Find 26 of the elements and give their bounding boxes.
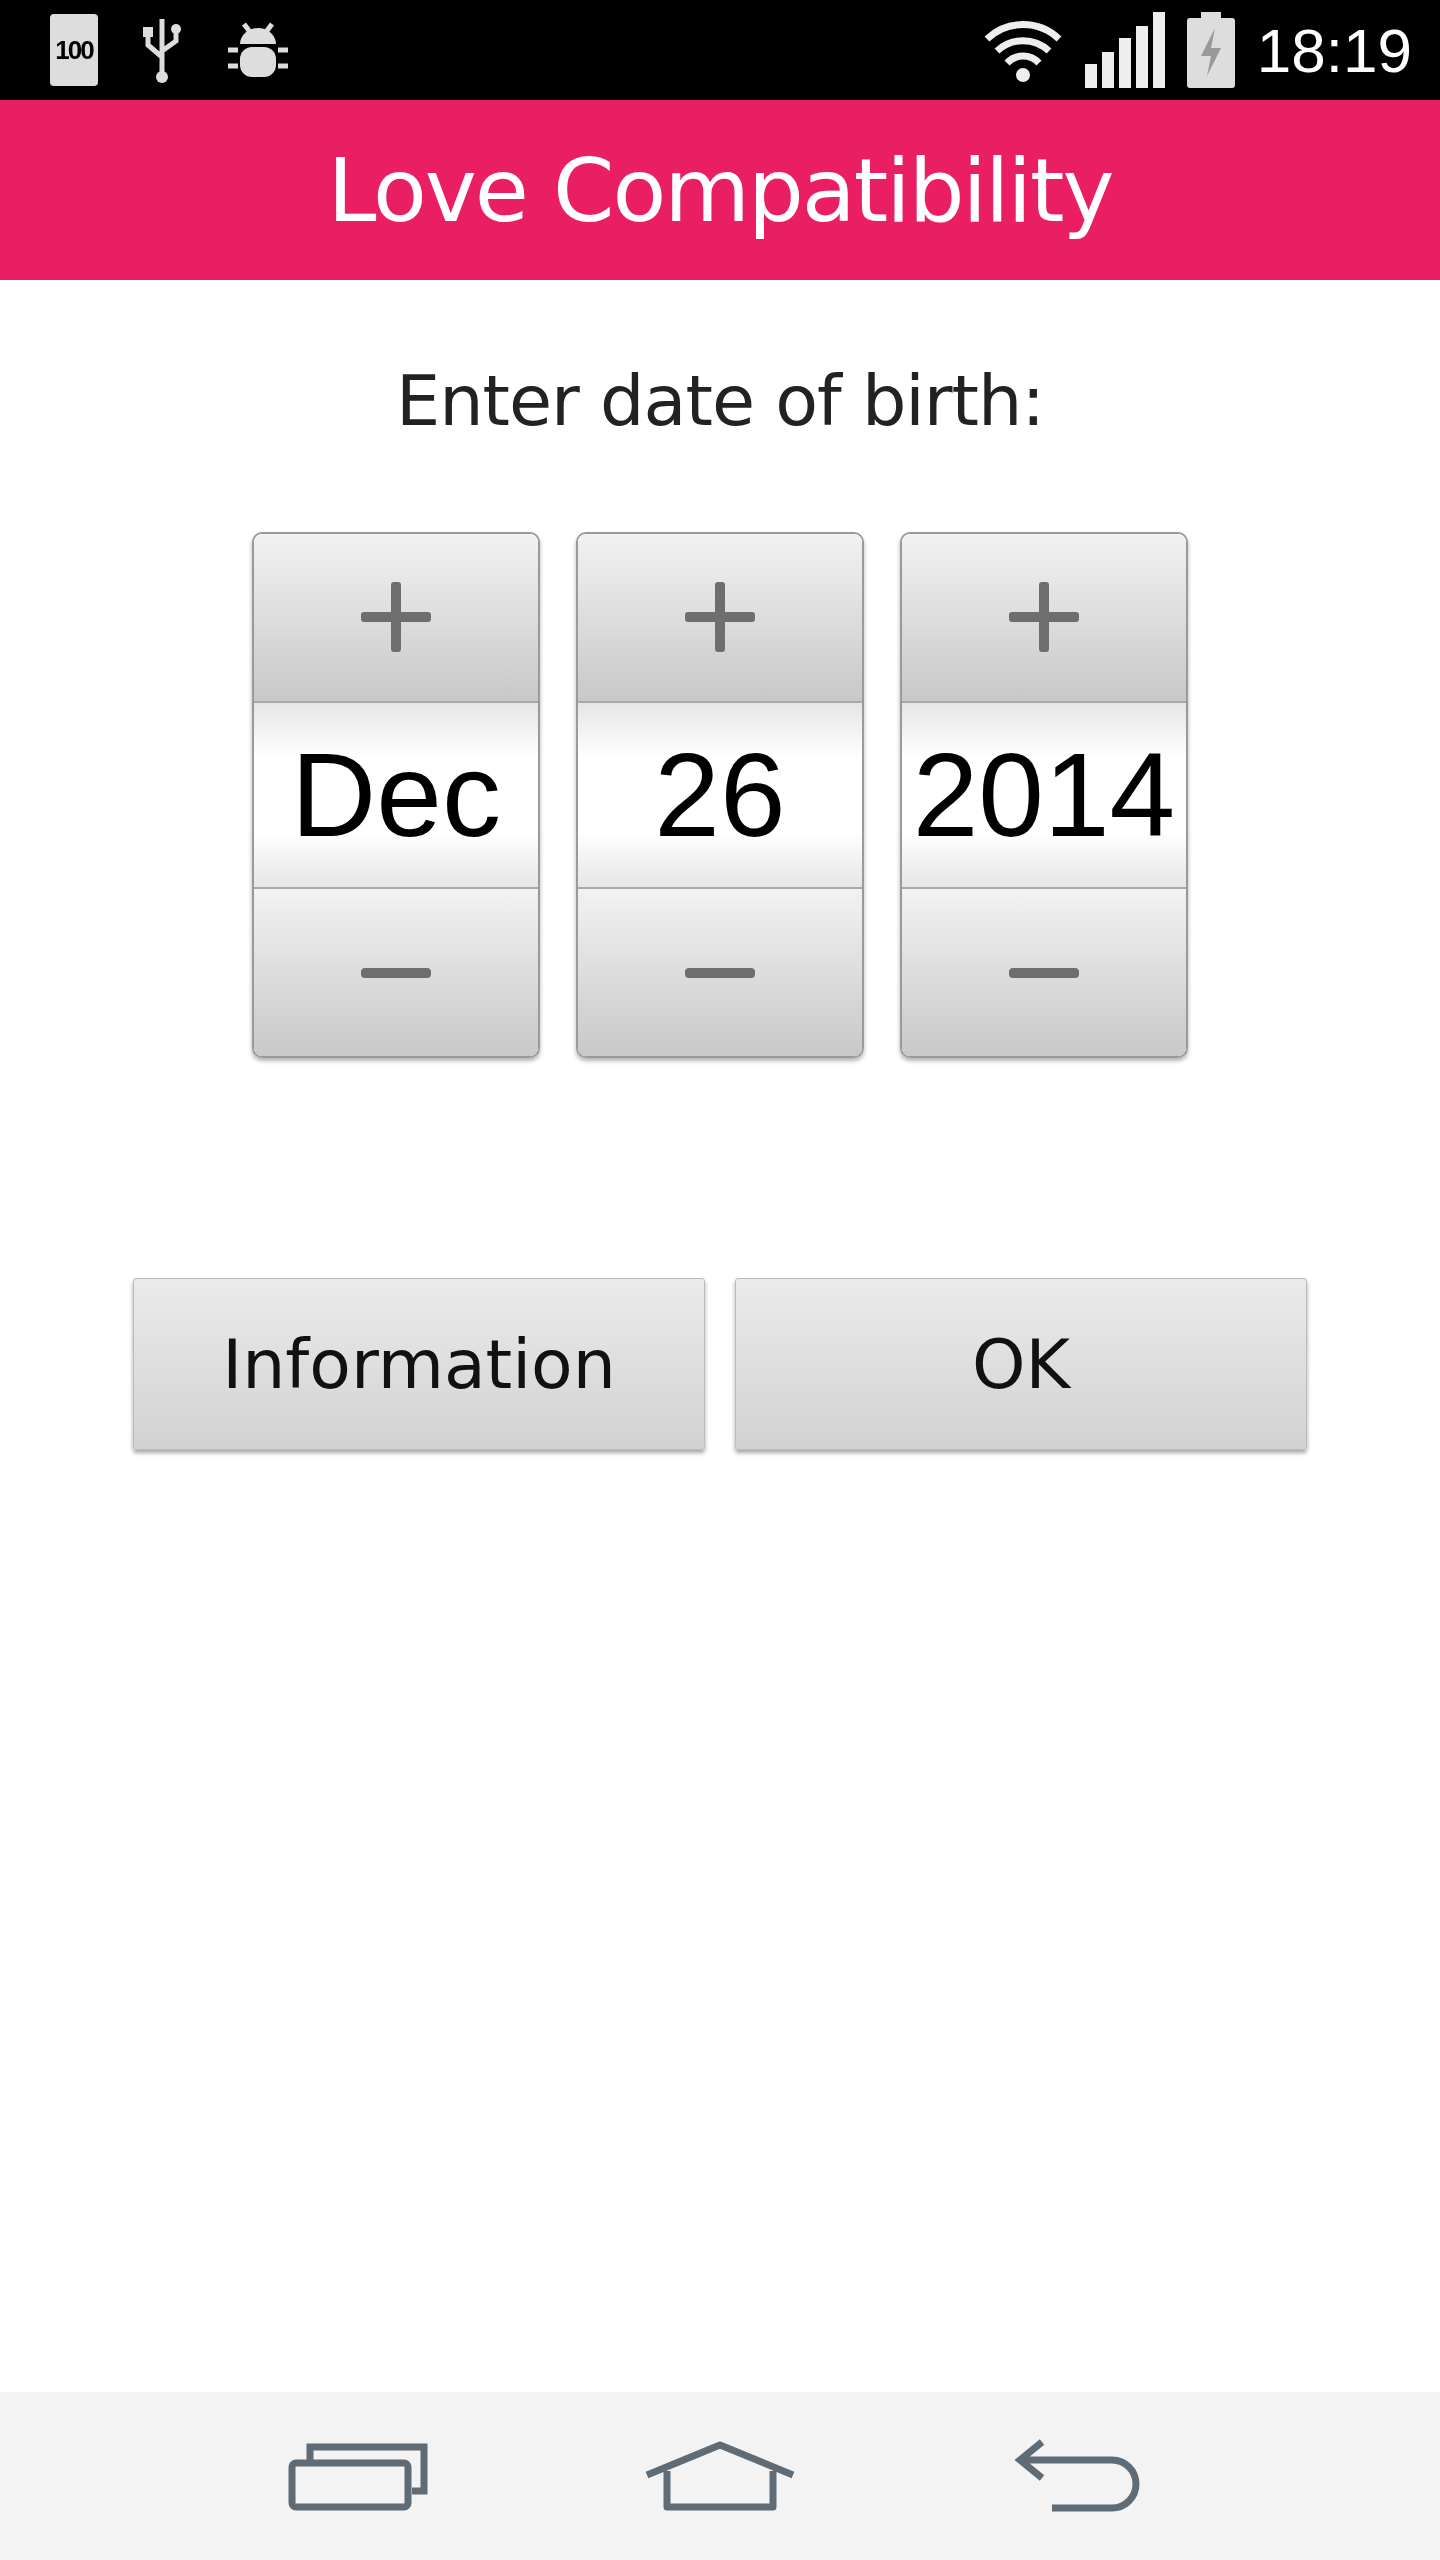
usb-icon	[142, 17, 182, 83]
bug-icon	[226, 20, 290, 80]
home-button[interactable]	[643, 2441, 797, 2511]
minus-icon	[685, 966, 755, 979]
increment-button[interactable]	[254, 534, 538, 701]
recent-apps-button[interactable]	[287, 2441, 428, 2511]
prompt-text: Enter date of birth:	[396, 360, 1044, 442]
recent-apps-icon	[287, 2441, 428, 2511]
battery-charging-icon	[1186, 12, 1235, 88]
signal-icon	[1084, 12, 1165, 88]
action-button[interactable]: Information	[133, 1278, 705, 1450]
minus-icon	[1009, 966, 1079, 979]
battery-level-text: 100	[55, 34, 93, 66]
increment-button[interactable]	[578, 534, 862, 701]
spinner-value[interactable]: 2014	[902, 700, 1186, 890]
plus-icon	[685, 582, 755, 653]
action-button[interactable]: OK	[735, 1278, 1307, 1450]
minus-icon	[361, 966, 431, 979]
increment-button[interactable]	[902, 534, 1186, 701]
plus-icon	[1009, 582, 1079, 653]
plus-icon	[361, 582, 431, 653]
spinner-value[interactable]: 26	[578, 700, 862, 890]
home-icon	[643, 2441, 797, 2511]
spinner-value[interactable]: Dec	[254, 700, 538, 890]
app-title: Love Compatibility	[327, 138, 1113, 242]
clock-time: 18:19	[1256, 14, 1412, 86]
